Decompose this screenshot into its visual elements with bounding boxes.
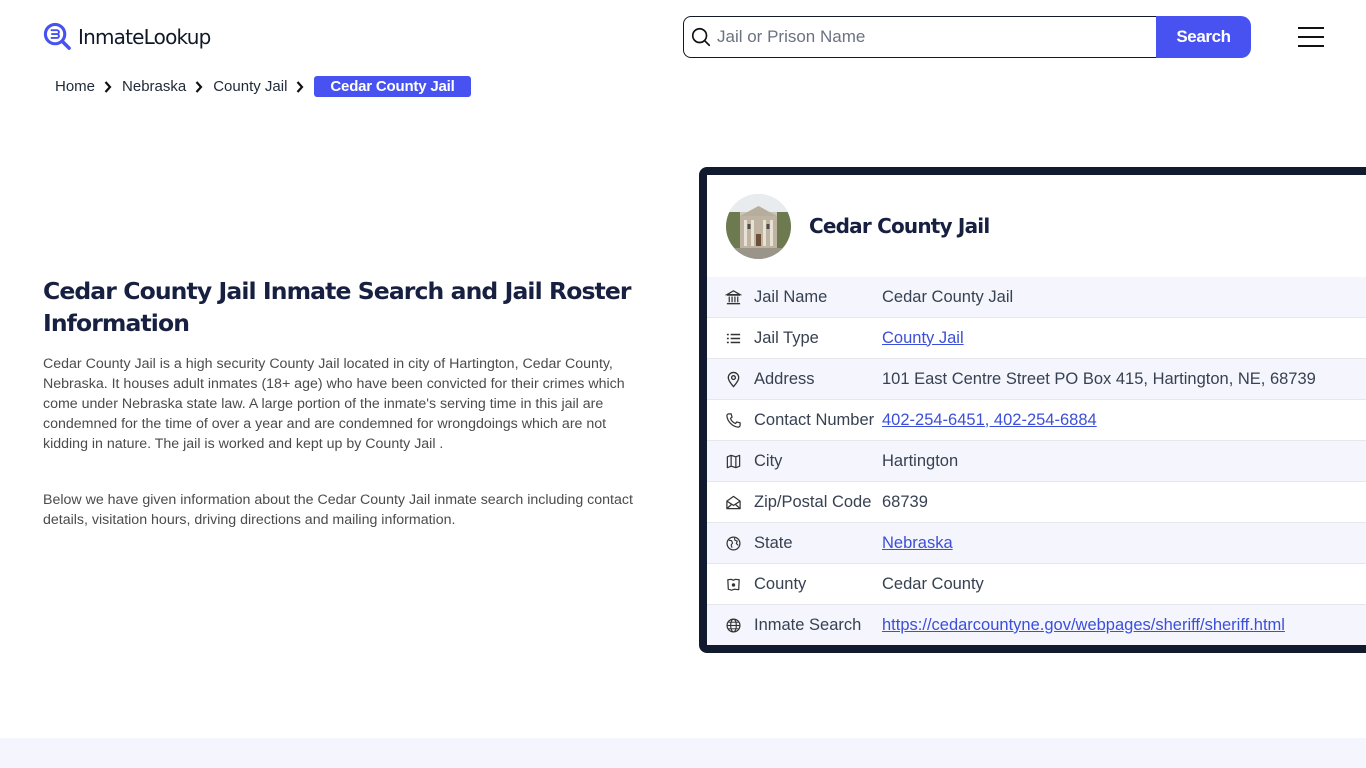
state-link[interactable]: Nebraska xyxy=(882,534,953,553)
info-row-contact: Contact Number 402-254-6451, 402-254-688… xyxy=(707,400,1366,441)
menu-icon-bar xyxy=(1298,27,1324,29)
row-label: Jail Type xyxy=(754,328,819,347)
info-row-address: Address 101 East Centre Street PO Box 41… xyxy=(707,359,1366,400)
jail-photo xyxy=(726,193,791,259)
card-body: Cedar County Jail Jail Name Cedar County… xyxy=(707,175,1366,645)
description-paragraph: Below we have given information about th… xyxy=(43,492,633,528)
card-header: Cedar County Jail xyxy=(707,175,1366,277)
info-row-state: State Nebraska xyxy=(707,523,1366,564)
logo-magnifier-icon xyxy=(43,22,71,50)
search-icon xyxy=(691,27,711,47)
row-label: Address xyxy=(754,369,815,388)
breadcrumb-current: Cedar County Jail xyxy=(314,76,471,97)
description-paragraph: Cedar County Jail is a high security Cou… xyxy=(43,356,625,452)
row-value: 68739 xyxy=(882,492,928,511)
list-icon xyxy=(724,329,742,347)
info-row-zip: Zip/Postal Code 68739 xyxy=(707,482,1366,523)
info-row-jail-type: Jail Type County Jail xyxy=(707,318,1366,359)
inmate-search-link[interactable]: https://cedarcountyne.gov/webpages/sheri… xyxy=(882,616,1285,635)
breadcrumb-state[interactable]: Nebraska xyxy=(122,78,186,95)
courthouse-image-icon xyxy=(726,193,791,259)
phone-icon xyxy=(724,411,742,429)
row-value: Hartington xyxy=(882,451,959,470)
search-input[interactable] xyxy=(717,27,1137,47)
site-logo[interactable]: InmateLookup xyxy=(43,22,211,51)
row-label: Zip/Postal Code xyxy=(754,492,872,511)
info-row-jail-name: Jail Name Cedar County Jail xyxy=(707,277,1366,318)
breadcrumb: Home Nebraska County Jail Cedar County J… xyxy=(55,76,471,97)
mail-open-icon xyxy=(724,493,742,511)
logo-text: InmateLookup xyxy=(78,24,211,49)
search-bar: Search xyxy=(683,16,1251,58)
row-label: Contact Number xyxy=(754,410,875,429)
info-table: Jail Name Cedar County Jail Jail Type Co… xyxy=(707,277,1366,645)
globe-icon xyxy=(724,617,742,635)
phone-link[interactable]: 402-254-6451, 402-254-6884 xyxy=(882,411,1097,430)
row-label: County xyxy=(754,574,807,593)
row-label: City xyxy=(754,451,783,470)
row-label: Jail Name xyxy=(754,287,828,306)
row-value: Cedar County Jail xyxy=(882,287,1014,306)
footer-band xyxy=(0,738,1366,768)
menu-button[interactable] xyxy=(1298,27,1324,47)
map-pin-icon xyxy=(724,370,742,388)
info-row-county: County Cedar County xyxy=(707,564,1366,605)
chevron-right-icon xyxy=(297,80,304,93)
info-row-inmate-search: Inmate Search https://cedarcountyne.gov/… xyxy=(707,605,1366,645)
search-box xyxy=(683,16,1156,58)
jail-type-link[interactable]: County Jail xyxy=(882,329,964,348)
row-value: Cedar County xyxy=(882,574,984,593)
row-label: State xyxy=(754,533,793,552)
jail-info-card: Cedar County Jail Jail Name Cedar County… xyxy=(699,167,1366,653)
menu-icon-bar xyxy=(1298,45,1324,47)
building-columns-icon xyxy=(724,288,742,306)
row-value: 101 East Centre Street PO Box 415, Harti… xyxy=(882,369,1316,388)
search-button[interactable]: Search xyxy=(1156,16,1251,58)
breadcrumb-type[interactable]: County Jail xyxy=(213,78,287,95)
row-label: Inmate Search xyxy=(754,616,862,634)
map-icon xyxy=(724,452,742,470)
page-title: Cedar County Jail Inmate Search and Jail… xyxy=(43,277,632,337)
globe-region-icon xyxy=(724,534,742,552)
chevron-right-icon xyxy=(104,80,112,93)
card-title: Cedar County Jail xyxy=(809,214,990,238)
menu-icon-bar xyxy=(1298,36,1324,38)
county-map-icon xyxy=(724,575,742,593)
breadcrumb-home[interactable]: Home xyxy=(55,78,95,95)
chevron-right-icon xyxy=(195,80,203,93)
info-row-city: City Hartington xyxy=(707,441,1366,482)
